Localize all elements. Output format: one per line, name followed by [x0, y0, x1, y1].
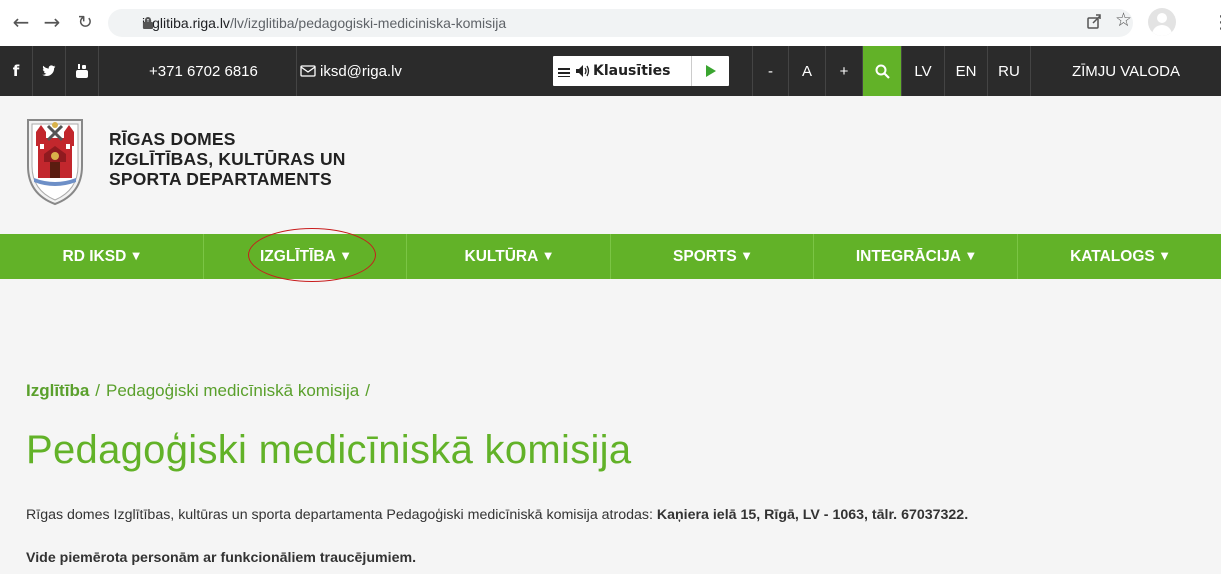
caret-down-icon: ▼ [341, 251, 350, 262]
star-icon[interactable]: ☆ [1115, 9, 1132, 31]
main-navigation: RD IKSD ▼ IZGLĪTĪBA ▼ KULTŪRA ▼ SPORTS ▼ INT… [0, 234, 1221, 279]
breadcrumb-item-izglitiba[interactable]: Izglītība [26, 381, 89, 400]
nav-item-katalogs[interactable]: KATALOGS ▼ [1018, 234, 1221, 279]
phone-link[interactable]: +371 6702 6816 [99, 46, 297, 96]
forward-icon[interactable]: → [41, 10, 63, 34]
nav-item-integracija[interactable]: INTEGRĀCIJA ▼ [814, 234, 1018, 279]
location-paragraph: Rīgas domes Izglītības, kultūras un spor… [26, 507, 968, 523]
font-reset-button[interactable]: A [789, 46, 826, 96]
nav-item-rd-iksd[interactable]: RD IKSD ▼ [0, 234, 204, 279]
play-icon[interactable] [691, 56, 729, 86]
location-text: Rīgas domes Izglītības, kultūras un spor… [26, 507, 657, 523]
utility-bar: f +371 6702 6816 iksd@riga.lv Klausīties… [0, 46, 1221, 96]
listen-widget[interactable]: Klausīties [553, 56, 729, 86]
site-header: RĪGAS DOMES IZGLĪTĪBAS, KULTŪRAS UN SPOR… [0, 96, 1221, 234]
org-name-line2: IZGLĪTĪBAS, KULTŪRAS UN [109, 149, 346, 169]
caret-down-icon: ▼ [1160, 251, 1169, 262]
riga-coat-of-arms-logo[interactable] [22, 116, 88, 206]
breadcrumb-item-current[interactable]: Pedagoģiski medicīniskā komisija [106, 381, 359, 400]
back-icon[interactable]: ← [10, 10, 32, 34]
address-bar[interactable]: izglitiba.riga.lv/lv/izglitiba/pedagogis… [108, 9, 1133, 37]
font-increase-button[interactable]: + [826, 46, 863, 96]
twitter-icon[interactable] [33, 46, 66, 96]
search-button[interactable] [863, 46, 902, 96]
reload-icon[interactable]: ↻ [74, 11, 96, 33]
browser-toolbar: ← → ↻ izglitiba.riga.lv/lv/izglitiba/ped… [0, 0, 1221, 46]
menu-lines-icon[interactable] [553, 56, 575, 86]
speaker-icon [576, 65, 590, 77]
font-decrease-button[interactable]: - [752, 46, 789, 96]
breadcrumb: Izglītība / Pedagoģiski medicīniskā komisi… [26, 381, 376, 401]
sign-language-button[interactable]: ZĪMJU VALODA [1031, 46, 1221, 96]
nav-item-kultura[interactable]: KULTŪRA ▼ [407, 234, 611, 279]
org-name-line3: SPORTA DEPARTAMENTS [109, 169, 332, 189]
lang-en-button[interactable]: EN [945, 46, 988, 96]
share-icon[interactable] [1086, 13, 1102, 29]
facebook-icon[interactable]: f [0, 46, 33, 96]
caret-down-icon: ▼ [132, 251, 140, 262]
breadcrumb-separator: / [95, 381, 101, 400]
url-host: izglitiba.riga.lv [142, 15, 230, 31]
lang-ru-button[interactable]: RU [988, 46, 1031, 96]
lock-icon[interactable] [143, 17, 153, 29]
mail-icon [300, 65, 316, 77]
breadcrumb-separator: / [365, 381, 370, 400]
page-title: Pedagoģiski medicīniskā komisija [26, 428, 632, 472]
address-text: Kaņiera ielā 15, Rīgā, LV - 1063, tālr. … [656, 507, 969, 523]
nav-item-sports[interactable]: SPORTS ▼ [611, 234, 814, 279]
caret-down-icon: ▼ [544, 251, 552, 262]
youtube-icon[interactable] [66, 46, 99, 96]
accessibility-note: Vide piemērota personām ar funkcionāliem… [26, 550, 417, 566]
menu-icon[interactable]: ⋮ [1212, 12, 1221, 33]
email-link[interactable]: iksd@riga.lv [297, 46, 417, 96]
organization-name[interactable]: RĪGAS DOMES IZGLĪTĪBAS, KULTŪRAS UN SPOR… [109, 129, 346, 189]
caret-down-icon: ▼ [742, 251, 751, 262]
listen-label: Klausīties [593, 63, 671, 79]
lang-lv-button[interactable]: LV [902, 46, 945, 96]
profile-icon[interactable] [1148, 8, 1176, 36]
caret-down-icon: ▼ [966, 251, 975, 262]
search-icon [875, 64, 890, 79]
url-path: /lv/izglitiba/pedagogiski-mediciniska-ko… [229, 15, 507, 31]
org-name-line1: RĪGAS DOMES [109, 129, 236, 149]
nav-item-izglitiba[interactable]: IZGLĪTĪBA ▼ [204, 234, 407, 279]
